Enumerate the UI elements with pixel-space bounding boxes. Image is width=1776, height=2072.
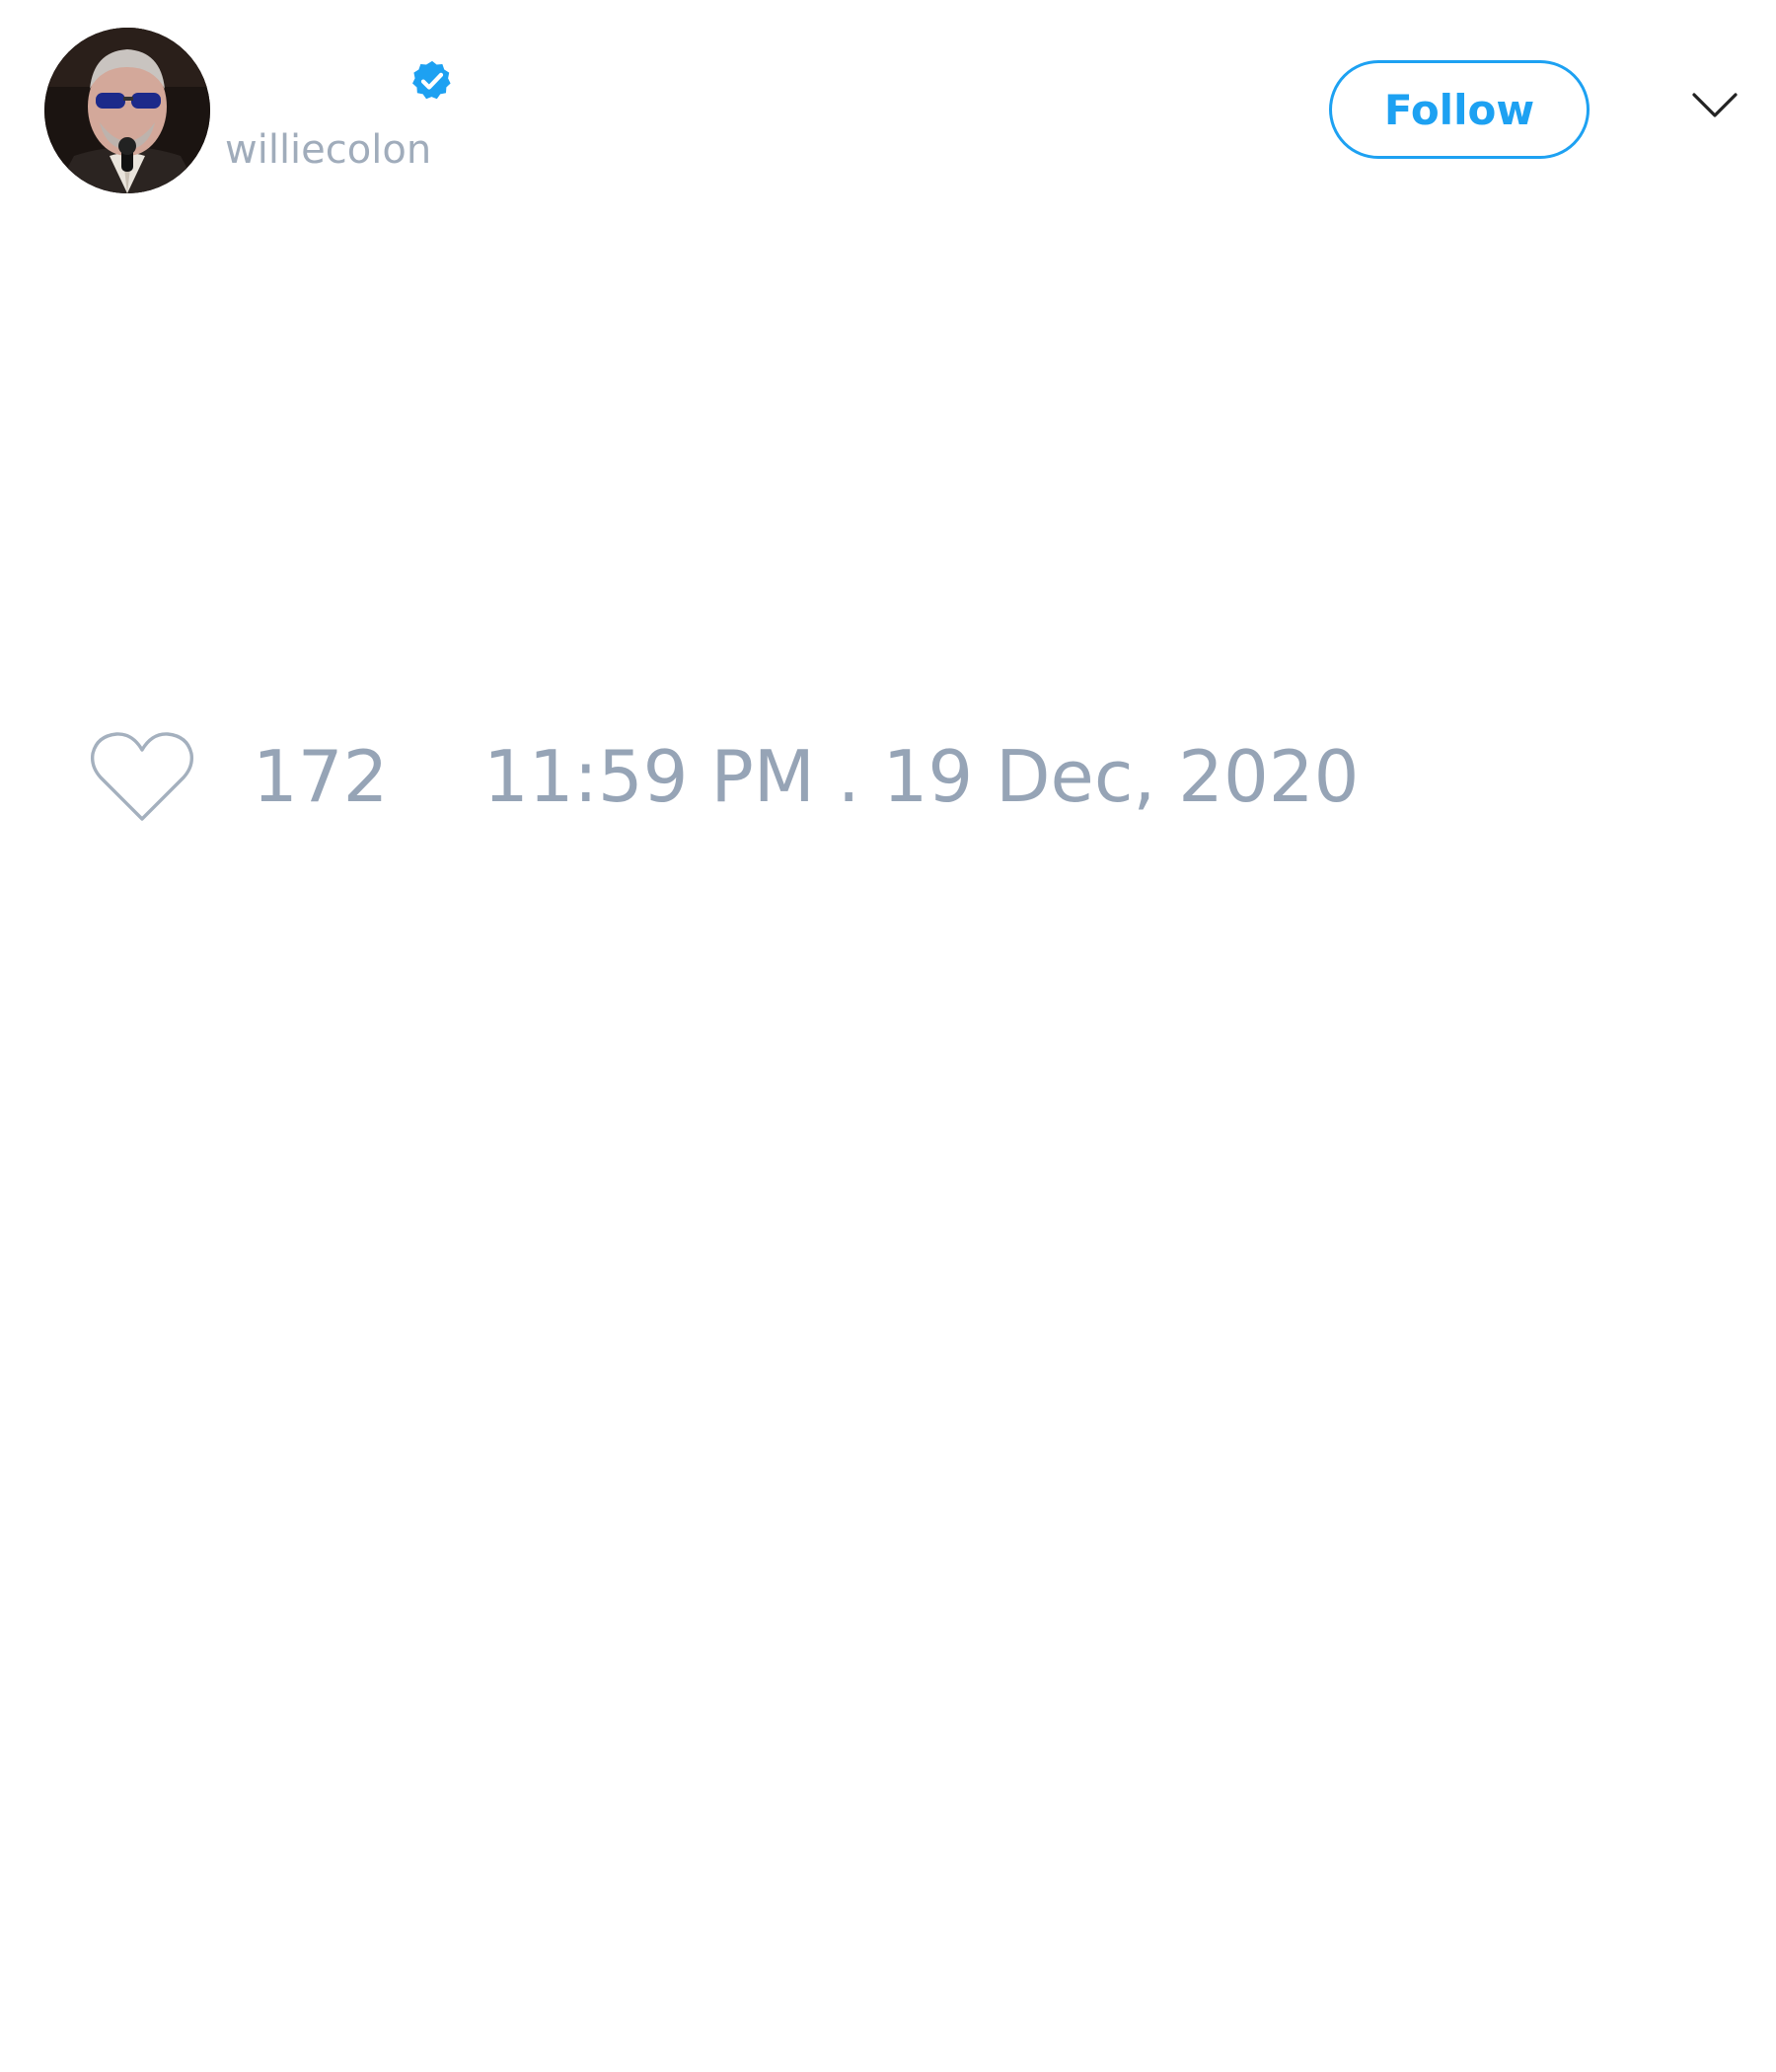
tweet-timestamp[interactable]: 11:59 PM . 19 Dec, 2020 — [483, 734, 1359, 819]
tweet-card: williecolon Follow 172 11:59 PM . 19 Dec… — [0, 0, 1776, 2072]
avatar[interactable] — [44, 28, 210, 193]
chevron-down-icon[interactable] — [1691, 91, 1739, 120]
follow-button[interactable]: Follow — [1329, 60, 1590, 159]
heart-icon[interactable] — [89, 730, 195, 825]
verified-badge-icon — [412, 60, 451, 100]
user-handle[interactable]: williecolon — [225, 126, 431, 174]
like-count: 172 — [253, 735, 389, 818]
avatar-photo — [44, 28, 210, 193]
